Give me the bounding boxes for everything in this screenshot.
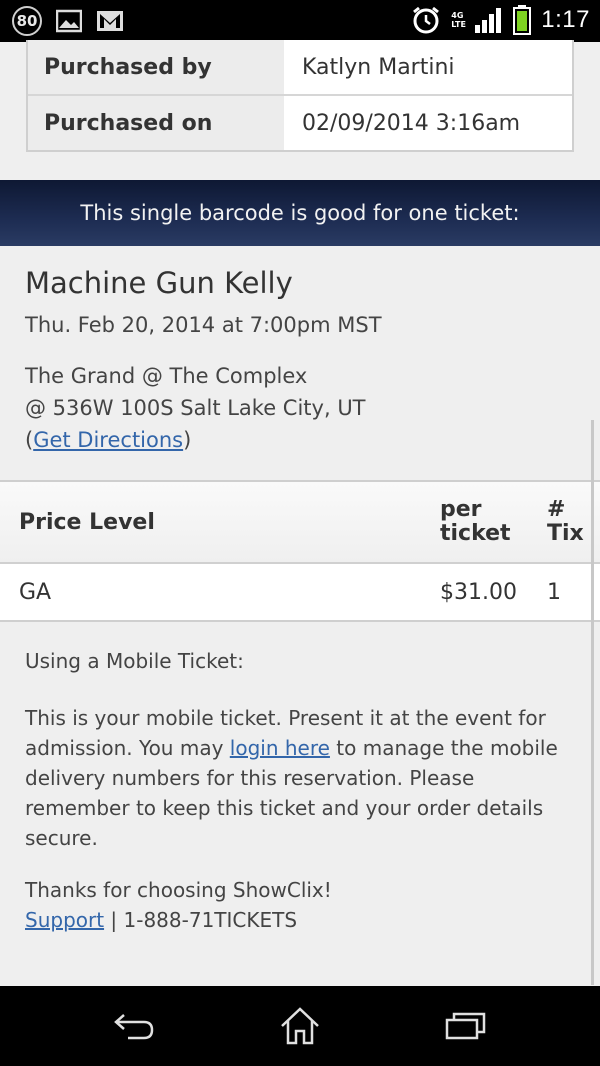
status-bar: 80 4G LTE 1:17 xyxy=(0,0,600,42)
image-icon xyxy=(56,9,82,33)
purchased-on-value: 02/09/2014 3:16am xyxy=(284,96,572,150)
purchased-by-value: Katlyn Martini xyxy=(284,40,572,94)
purchased-by-row: Purchased by Katlyn Martini xyxy=(28,40,572,94)
price-level-header: Price Level xyxy=(19,509,155,535)
navigation-bar xyxy=(0,986,600,1066)
table-row: GA $31.00 1 xyxy=(0,564,600,620)
tix-header-line2: Tix xyxy=(547,521,584,546)
gmail-icon xyxy=(97,11,123,31)
home-button[interactable] xyxy=(270,1004,330,1048)
venue-name: The Grand @ The Complex xyxy=(25,364,308,388)
directions-close-paren: ) xyxy=(183,428,192,452)
recent-apps-button[interactable] xyxy=(436,1004,496,1048)
get-directions-link[interactable]: Get Directions xyxy=(33,428,183,452)
purchased-on-label: Purchased on xyxy=(28,96,284,150)
notification-count-badge: 80 xyxy=(12,6,42,36)
support-phone: 1-888-71TICKETS xyxy=(123,908,298,932)
signal-icon xyxy=(475,8,502,33)
scrollbar[interactable] xyxy=(591,420,594,985)
price-table-header: Price Level per ticket # Tix xyxy=(0,482,600,564)
recent-apps-icon xyxy=(445,1012,486,1040)
per-ticket-header-line1: per xyxy=(440,497,482,522)
per-ticket-header: per ticket xyxy=(422,482,530,562)
directions-line: (Get Directions) xyxy=(25,424,366,456)
back-button[interactable] xyxy=(104,1004,164,1048)
support-separator: | xyxy=(104,908,124,932)
purchase-info-table: Purchased by Katlyn Martini Purchased on… xyxy=(26,40,574,152)
tix-count-cell: 1 xyxy=(547,579,561,605)
tix-count-header: # Tix xyxy=(530,482,600,562)
event-title: Machine Gun Kelly xyxy=(25,266,293,300)
support-link[interactable]: Support xyxy=(25,908,104,932)
thanks-message: Thanks for choosing ShowClix! xyxy=(25,878,332,902)
directions-open-paren: ( xyxy=(25,428,34,452)
mobile-ticket-heading: Using a Mobile Ticket: xyxy=(25,649,244,673)
price-level-cell: GA xyxy=(19,579,52,605)
tix-header-line1: # xyxy=(547,497,566,522)
clock-time: 1:17 xyxy=(541,6,590,33)
mobile-ticket-body: This is your mobile ticket. Present it a… xyxy=(25,703,585,853)
purchased-on-row: Purchased on 02/09/2014 3:16am xyxy=(28,94,572,150)
login-here-link[interactable]: login here xyxy=(230,736,330,760)
per-ticket-header-line2: ticket xyxy=(440,521,511,546)
purchased-by-label: Purchased by xyxy=(28,40,284,94)
per-ticket-cell: $31.00 xyxy=(440,579,517,605)
network-type-label: 4G LTE xyxy=(451,11,466,29)
home-icon xyxy=(281,1007,319,1045)
event-date: Thu. Feb 20, 2014 at 7:00pm MST xyxy=(25,313,382,337)
back-icon xyxy=(114,1014,154,1040)
venue-info: The Grand @ The Complex @ 536W 100S Salt… xyxy=(25,360,366,456)
barcode-banner: This single barcode is good for one tick… xyxy=(0,180,600,246)
alarm-icon xyxy=(413,6,440,34)
venue-address: @ 536W 100S Salt Lake City, UT xyxy=(25,396,366,420)
battery-icon xyxy=(513,5,532,35)
support-line: Support | 1-888-71TICKETS xyxy=(25,908,297,932)
price-table: Price Level per ticket # Tix GA $31.00 1 xyxy=(0,480,600,622)
